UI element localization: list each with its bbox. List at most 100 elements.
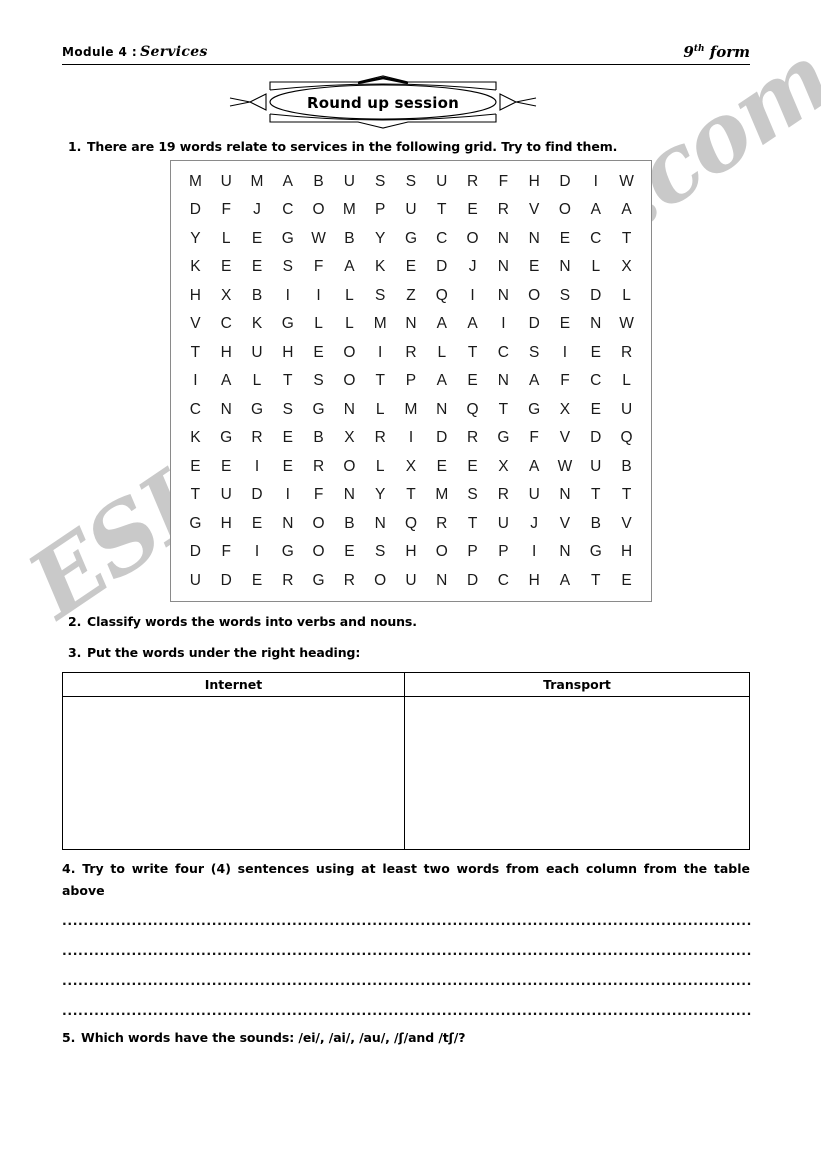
wordsearch-cell[interactable]: E xyxy=(550,231,581,247)
wordsearch-cell[interactable]: S xyxy=(272,259,303,275)
wordsearch-cell[interactable]: H xyxy=(211,345,242,361)
wordsearch-cell[interactable]: N xyxy=(396,316,427,332)
wordsearch-cell[interactable]: X xyxy=(334,430,365,446)
wordsearch-cell[interactable]: R xyxy=(334,573,365,589)
wordsearch-cell[interactable]: G xyxy=(272,544,303,560)
wordsearch-cell[interactable]: I xyxy=(580,174,611,190)
wordsearch-cell[interactable]: O xyxy=(303,544,334,560)
wordsearch-cell[interactable]: N xyxy=(519,231,550,247)
wordsearch-cell[interactable]: D xyxy=(519,316,550,332)
wordsearch-cell[interactable]: E xyxy=(457,459,488,475)
wordsearch-cell[interactable]: K xyxy=(365,259,396,275)
wordsearch-cell[interactable]: Q xyxy=(457,402,488,418)
wordsearch-cell[interactable]: U xyxy=(211,174,242,190)
wordsearch-cell[interactable]: R xyxy=(272,573,303,589)
wordsearch-cell[interactable]: G xyxy=(519,402,550,418)
wordsearch-cell[interactable]: V xyxy=(550,516,581,532)
wordsearch-cell[interactable]: E xyxy=(303,345,334,361)
wordsearch-cell[interactable]: E xyxy=(457,202,488,218)
wordsearch-cell[interactable]: Y xyxy=(365,487,396,503)
wordsearch-cell[interactable]: A xyxy=(611,202,642,218)
wordsearch-cell[interactable]: T xyxy=(611,487,642,503)
wordsearch-cell[interactable]: N xyxy=(488,259,519,275)
wordsearch-cell[interactable]: N xyxy=(550,487,581,503)
wordsearch-cell[interactable]: L xyxy=(426,345,457,361)
wordsearch-cell[interactable]: C xyxy=(580,373,611,389)
wordsearch-cell[interactable]: D xyxy=(457,573,488,589)
wordsearch-cell[interactable]: S xyxy=(365,544,396,560)
wordsearch-cell[interactable]: T xyxy=(365,373,396,389)
wordsearch-cell[interactable]: X xyxy=(611,259,642,275)
wordsearch-cell[interactable]: G xyxy=(303,402,334,418)
wordsearch-cell[interactable]: L xyxy=(211,231,242,247)
wordsearch-cell[interactable]: E xyxy=(550,316,581,332)
wordsearch-cell[interactable]: T xyxy=(580,487,611,503)
wordsearch-cell[interactable]: U xyxy=(580,459,611,475)
wordsearch-cell[interactable]: S xyxy=(457,487,488,503)
wordsearch-cell[interactable]: A xyxy=(457,316,488,332)
wordsearch-cell[interactable]: Q xyxy=(396,516,427,532)
wordsearch-cell[interactable]: E xyxy=(457,373,488,389)
wordsearch-cell[interactable]: Q xyxy=(426,288,457,304)
wordsearch-cell[interactable]: M xyxy=(426,487,457,503)
wordsearch-cell[interactable]: H xyxy=(180,288,211,304)
wordsearch-cell[interactable]: B xyxy=(334,516,365,532)
wordsearch-cell[interactable]: C xyxy=(211,316,242,332)
answer-line[interactable]: ........................................… xyxy=(62,996,752,1026)
wordsearch-cell[interactable]: D xyxy=(180,544,211,560)
wordsearch-cell[interactable]: D xyxy=(580,288,611,304)
wordsearch-cell[interactable]: A xyxy=(550,573,581,589)
wordsearch-cell[interactable]: N xyxy=(334,402,365,418)
wordsearch-cell[interactable]: N xyxy=(365,516,396,532)
wordsearch-cell[interactable]: S xyxy=(550,288,581,304)
wordsearch-cell[interactable]: O xyxy=(334,459,365,475)
wordsearch-cell[interactable]: I xyxy=(242,459,273,475)
wordsearch-cell[interactable]: N xyxy=(580,316,611,332)
wordsearch-cell[interactable]: F xyxy=(303,487,334,503)
wordsearch-cell[interactable]: E xyxy=(580,345,611,361)
wordsearch-cell[interactable]: D xyxy=(426,430,457,446)
wordsearch-cell[interactable]: I xyxy=(488,316,519,332)
wordsearch-cell[interactable]: T xyxy=(396,487,427,503)
wordsearch-cell[interactable]: U xyxy=(211,487,242,503)
wordsearch-cell[interactable]: C xyxy=(488,573,519,589)
wordsearch-cell[interactable]: B xyxy=(242,288,273,304)
wordsearch-cell[interactable]: L xyxy=(242,373,273,389)
wordsearch-cell[interactable]: L xyxy=(365,402,396,418)
wordsearch-cell[interactable]: M xyxy=(396,402,427,418)
wordsearch-cell[interactable]: J xyxy=(457,259,488,275)
wordsearch-cell[interactable]: N xyxy=(272,516,303,532)
wordsearch-cell[interactable]: N xyxy=(426,573,457,589)
wordsearch-cell[interactable]: H xyxy=(272,345,303,361)
wordsearch-cell[interactable]: O xyxy=(334,345,365,361)
wordsearch-cell[interactable]: B xyxy=(611,459,642,475)
wordsearch-cell[interactable]: X xyxy=(396,459,427,475)
wordsearch-cell[interactable]: V xyxy=(550,430,581,446)
wordsearch-cell[interactable]: U xyxy=(396,202,427,218)
wordsearch-cell[interactable]: X xyxy=(488,459,519,475)
wordsearch-cell[interactable]: T xyxy=(611,231,642,247)
wordsearch-cell[interactable]: T xyxy=(580,573,611,589)
wordsearch-cell[interactable]: C xyxy=(426,231,457,247)
wordsearch-cell[interactable]: R xyxy=(242,430,273,446)
answer-line[interactable]: ........................................… xyxy=(62,936,752,966)
wordsearch-cell[interactable]: Z xyxy=(396,288,427,304)
answer-line[interactable]: ........................................… xyxy=(62,906,752,936)
wordsearch-cell[interactable]: H xyxy=(211,516,242,532)
wordsearch-cell[interactable]: O xyxy=(457,231,488,247)
wordsearch-cell[interactable]: N xyxy=(550,544,581,560)
wordsearch-cell[interactable]: N xyxy=(488,373,519,389)
wordsearch-cell[interactable]: L xyxy=(365,459,396,475)
wordsearch-cell[interactable]: O xyxy=(550,202,581,218)
wordsearch-cell[interactable]: X xyxy=(550,402,581,418)
wordsearch-cell[interactable]: M xyxy=(365,316,396,332)
wordsearch-cell[interactable]: D xyxy=(211,573,242,589)
wordsearch-cell[interactable]: I xyxy=(550,345,581,361)
wordsearch-cell[interactable]: I xyxy=(272,487,303,503)
wordsearch-cell[interactable]: V xyxy=(611,516,642,532)
wordsearch-cell[interactable]: D xyxy=(180,202,211,218)
wordsearch-cell[interactable]: R xyxy=(457,174,488,190)
wordsearch-cell[interactable]: W xyxy=(550,459,581,475)
wordsearch-cell[interactable]: G xyxy=(272,231,303,247)
wordsearch-cell[interactable]: B xyxy=(334,231,365,247)
